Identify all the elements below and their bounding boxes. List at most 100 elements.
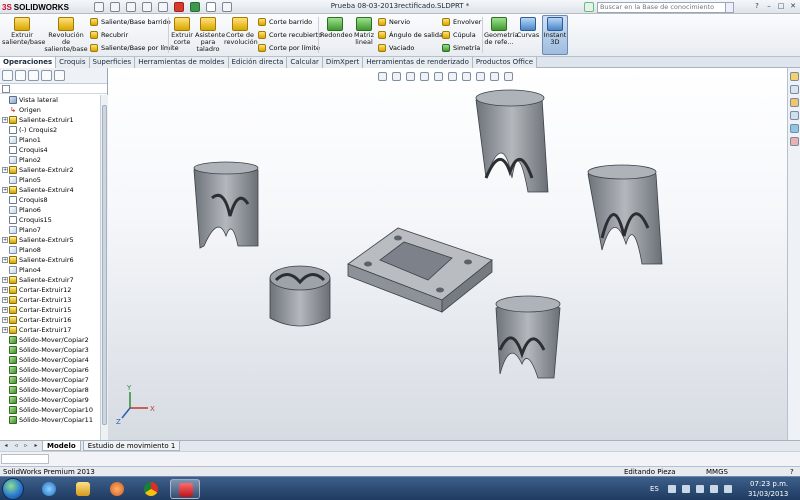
tree-item[interactable]: + Saliente-Extruir7 bbox=[0, 275, 100, 285]
tray-arrow-icon[interactable] bbox=[668, 485, 676, 493]
tree-item[interactable]: Sólido-Mover/Copiar7 bbox=[0, 375, 100, 385]
extrude-cut-button[interactable]: Extruir corte bbox=[170, 17, 194, 46]
tree-item[interactable]: Sólido-Mover/Copiar10 bbox=[0, 405, 100, 415]
shell-button[interactable]: Vaciado bbox=[378, 44, 414, 52]
tab-herramientas-moldes[interactable]: Herramientas de moldes bbox=[135, 57, 229, 68]
tree-item[interactable]: ↳ Origen bbox=[0, 105, 100, 115]
short-tube-part[interactable] bbox=[269, 265, 331, 327]
tree-item[interactable]: + Saliente-Extruir5 bbox=[0, 235, 100, 245]
rib-button[interactable]: Nervio bbox=[378, 18, 410, 26]
tab-operaciones[interactable]: Operaciones bbox=[0, 57, 57, 68]
search-icon[interactable] bbox=[726, 1, 734, 13]
expand-icon[interactable]: + bbox=[2, 277, 8, 283]
tree-item[interactable]: + Saliente-Extruir1 bbox=[0, 115, 100, 125]
next-tab-icon[interactable]: ▹ bbox=[22, 442, 30, 450]
maximize-icon[interactable]: □ bbox=[776, 1, 786, 11]
solidworks-resources-icon[interactable] bbox=[790, 72, 799, 81]
tube-part-left[interactable] bbox=[193, 161, 259, 249]
tree-item[interactable]: Sólido-Mover/Copiar11 bbox=[0, 415, 100, 425]
filter-icon[interactable] bbox=[2, 85, 10, 93]
open-icon[interactable] bbox=[110, 2, 120, 12]
select-icon[interactable] bbox=[206, 2, 216, 12]
tree-item[interactable]: + Saliente-Extruir2 bbox=[0, 165, 100, 175]
extrude-button[interactable]: Extruir saliente/base bbox=[2, 17, 45, 46]
solidworks-logo[interactable]: 3S SOLIDWORKS bbox=[2, 1, 69, 13]
tree-item[interactable]: + Saliente-Extruir4 bbox=[0, 185, 100, 195]
tree-item[interactable]: + Cortar-Extruir13 bbox=[0, 295, 100, 305]
help-icon[interactable]: ? bbox=[752, 1, 762, 11]
sweep-button[interactable]: Saliente/Base barrido bbox=[90, 18, 171, 26]
mirror-button[interactable]: Simetría bbox=[442, 44, 480, 52]
boundary-button[interactable]: Saliente/Base por límite bbox=[90, 44, 179, 52]
taskbar-solidworks[interactable] bbox=[170, 479, 200, 499]
hole-wizard-button[interactable]: Asistente para taladro bbox=[195, 17, 225, 53]
loft-cut-button[interactable]: Corte recubierto bbox=[258, 31, 322, 39]
tab-estudio-movimiento[interactable]: Estudio de movimiento 1 bbox=[82, 441, 181, 451]
tree-item[interactable]: Plano6 bbox=[0, 205, 100, 215]
tree-item[interactable]: Sólido-Mover/Copiar2 bbox=[0, 335, 100, 345]
clock-time[interactable]: 07:23 p.m. bbox=[750, 480, 788, 488]
tree-item[interactable]: Plano5 bbox=[0, 175, 100, 185]
tree-item[interactable]: Plano2 bbox=[0, 155, 100, 165]
tree-item[interactable]: Croquis15 bbox=[0, 215, 100, 225]
tree-item[interactable]: + Cortar-Extruir12 bbox=[0, 285, 100, 295]
new-icon[interactable] bbox=[94, 2, 104, 12]
expand-icon[interactable]: + bbox=[2, 297, 8, 303]
expand-icon[interactable]: + bbox=[2, 327, 8, 333]
reference-geometry-button[interactable]: Geometría de refe... bbox=[484, 17, 518, 46]
display-manager-icon[interactable] bbox=[54, 70, 65, 81]
tab-edicion-directa[interactable]: Edición directa bbox=[228, 57, 288, 68]
tree-item[interactable]: Croquis4 bbox=[0, 145, 100, 155]
tab-productos-office[interactable]: Productos Office bbox=[472, 57, 538, 68]
dimxpert-manager-icon[interactable] bbox=[41, 70, 52, 81]
expand-icon[interactable]: + bbox=[2, 287, 8, 293]
tree-item[interactable]: (-) Croquis2 bbox=[0, 125, 100, 135]
tree-item[interactable]: Vista lateral bbox=[0, 95, 100, 105]
expand-icon[interactable]: + bbox=[2, 237, 8, 243]
tree-item[interactable]: Plano8 bbox=[0, 245, 100, 255]
tree-item[interactable]: Sólido-Mover/Copiar3 bbox=[0, 345, 100, 355]
sweep-cut-button[interactable]: Corte barrido bbox=[258, 18, 312, 26]
expand-icon[interactable]: + bbox=[2, 307, 8, 313]
taskbar-chrome[interactable] bbox=[136, 479, 166, 499]
tree-item[interactable]: Plano4 bbox=[0, 265, 100, 275]
tree-item[interactable]: Plano1 bbox=[0, 135, 100, 145]
wrap-button[interactable]: Envolver bbox=[442, 18, 481, 26]
tab-modelo[interactable]: Modelo bbox=[42, 441, 81, 451]
property-manager-icon[interactable] bbox=[15, 70, 26, 81]
prev-tab-icon[interactable]: ◃ bbox=[12, 442, 20, 450]
dome-button[interactable]: Cúpula bbox=[442, 31, 476, 39]
curves-button[interactable]: Curvas bbox=[516, 17, 540, 39]
taskbar-ie[interactable] bbox=[34, 479, 64, 499]
expand-icon[interactable]: + bbox=[2, 187, 8, 193]
taskbar-media[interactable] bbox=[102, 479, 132, 499]
tree-item[interactable]: Croquis8 bbox=[0, 195, 100, 205]
tab-croquis[interactable]: Croquis bbox=[56, 57, 90, 68]
appearances-icon[interactable] bbox=[790, 124, 799, 133]
file-explorer-icon[interactable] bbox=[790, 98, 799, 107]
tube-part-top[interactable] bbox=[475, 89, 549, 193]
tree-item[interactable]: + Cortar-Extruir17 bbox=[0, 325, 100, 335]
tab-renderizado[interactable]: Herramientas de renderizado bbox=[363, 57, 473, 68]
view-palette-icon[interactable] bbox=[790, 111, 799, 120]
tree-scrollbar[interactable] bbox=[100, 95, 108, 440]
first-tab-icon[interactable]: ◂ bbox=[2, 442, 10, 450]
configuration-manager-icon[interactable] bbox=[28, 70, 39, 81]
undo-icon[interactable] bbox=[158, 2, 168, 12]
tree-item[interactable]: + Cortar-Extruir16 bbox=[0, 315, 100, 325]
traffic-light-icon[interactable] bbox=[190, 2, 200, 12]
custom-properties-icon[interactable] bbox=[790, 137, 799, 146]
expand-icon[interactable]: + bbox=[2, 167, 8, 173]
draft-button[interactable]: Ángulo de salida bbox=[378, 31, 443, 39]
feature-manager-icon[interactable] bbox=[2, 70, 13, 81]
flag-icon[interactable] bbox=[724, 485, 732, 493]
fillet-button[interactable]: Redondeo bbox=[320, 17, 353, 39]
expand-icon[interactable]: + bbox=[2, 257, 8, 263]
rebuild-icon[interactable] bbox=[174, 2, 184, 12]
options-icon[interactable] bbox=[222, 2, 232, 12]
language-indicator[interactable]: ES bbox=[650, 485, 659, 493]
revolve-cut-button[interactable]: Corte de revolución bbox=[224, 17, 258, 46]
boundary-cut-button[interactable]: Corte por límite bbox=[258, 44, 320, 52]
design-library-icon[interactable] bbox=[790, 85, 799, 94]
save-icon[interactable] bbox=[126, 2, 136, 12]
